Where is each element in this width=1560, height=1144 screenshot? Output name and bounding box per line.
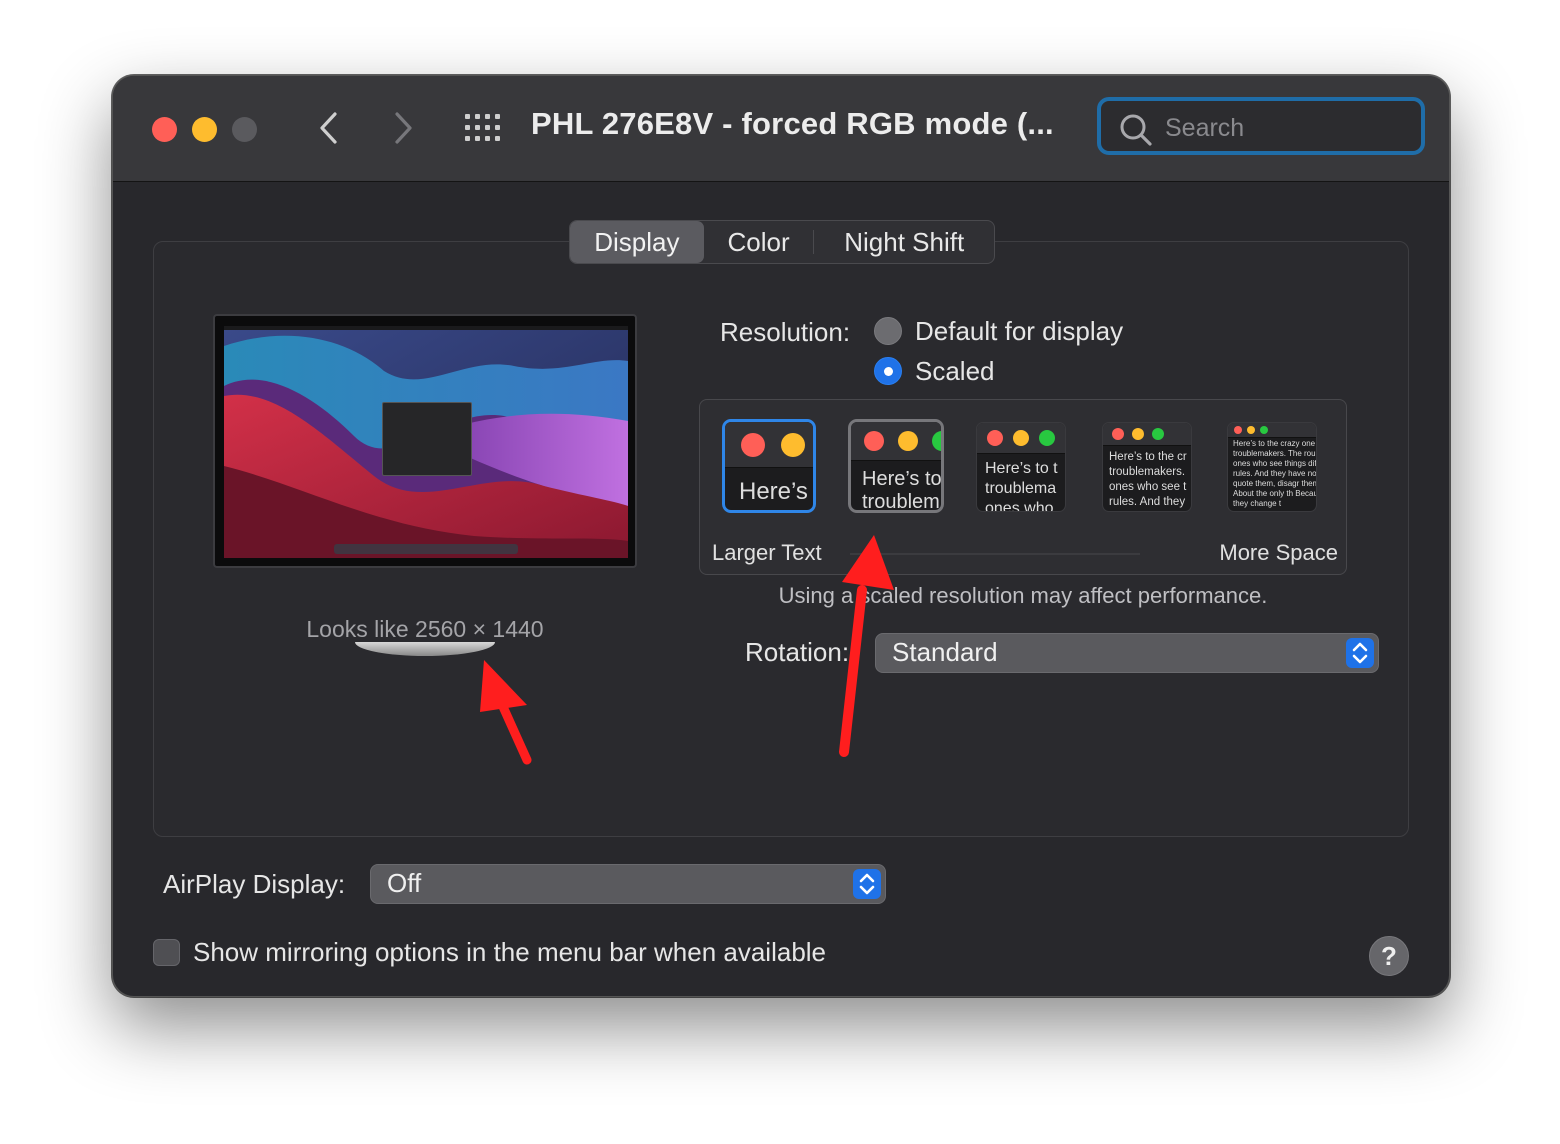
title-bar: PHL 276E8V - forced RGB mode (... xyxy=(113,76,1449,182)
thumb-zoom-dot xyxy=(1152,428,1164,440)
scale-option-4[interactable]: Here’s to the cr troublemakers. ones who… xyxy=(1102,422,1192,512)
show-all-button[interactable] xyxy=(465,114,501,142)
thumb-preview-text: Here’s xyxy=(739,478,808,505)
option-default-for-display[interactable]: Default for display xyxy=(915,316,1123,347)
help-button[interactable]: ? xyxy=(1369,936,1409,976)
scale-option-2[interactable]: Here’s to troublem xyxy=(848,419,944,513)
up-down-chevron-icon xyxy=(1352,642,1368,664)
back-button[interactable] xyxy=(311,108,347,148)
search-icon xyxy=(1120,114,1152,146)
thumb-min-dot xyxy=(1132,428,1144,440)
thumb-min-dot xyxy=(1247,426,1255,434)
scale-slider-track xyxy=(850,553,1140,555)
search-input[interactable] xyxy=(1163,109,1407,147)
thumb-close-dot xyxy=(1234,426,1242,434)
chevron-right-icon xyxy=(395,112,412,144)
zoom-button[interactable] xyxy=(232,117,257,142)
airplay-label: AirPlay Display: xyxy=(163,869,346,899)
larger-text-label: Larger Text xyxy=(712,540,822,565)
rotation-stepper[interactable] xyxy=(1346,638,1374,668)
search-field[interactable] xyxy=(1097,97,1425,155)
up-down-chevron-icon xyxy=(859,873,875,895)
thumb-zoom-dot xyxy=(1039,430,1055,446)
thumb-close-dot xyxy=(741,433,765,457)
thumb-preview-text: Here’s to troublem xyxy=(862,468,942,513)
radio-scaled[interactable] xyxy=(874,357,902,385)
thumb-min-dot xyxy=(1013,430,1029,446)
thumb-close-dot xyxy=(864,431,884,451)
grid-icon xyxy=(465,114,500,141)
mirroring-checkbox[interactable] xyxy=(153,939,180,966)
tab-bar: Display Color Night Shift xyxy=(569,220,995,264)
window-title: PHL 276E8V - forced RGB mode (... xyxy=(531,106,1054,141)
more-space-label: More Space xyxy=(1219,540,1338,565)
mirroring-label[interactable]: Show mirroring options in the menu bar w… xyxy=(193,937,826,968)
chevron-left-icon xyxy=(320,112,337,144)
desktop-wallpaper-preview xyxy=(224,326,628,558)
resolution-label: Resolution: xyxy=(720,317,851,347)
thumb-min-dot xyxy=(898,431,918,451)
thumb-preview-text: Here’s to t troublema ones who xyxy=(985,460,1058,512)
rotation-label: Rotation: xyxy=(745,637,850,667)
radio-default-for-display[interactable] xyxy=(874,317,902,345)
scaled-resolution-picker: Here’s Here’s to troublem Here’s to t tr… xyxy=(699,399,1347,575)
scale-option-1[interactable]: Here’s xyxy=(722,419,816,513)
scale-option-3[interactable]: Here’s to t troublema ones who xyxy=(976,422,1066,512)
airplay-stepper[interactable] xyxy=(853,869,881,899)
performance-note: Using a scaled resolution may affect per… xyxy=(778,583,1268,608)
thumb-close-dot xyxy=(1112,428,1124,440)
system-preferences-window: PHL 276E8V - forced RGB mode (... Displa… xyxy=(112,75,1450,997)
airplay-value: Off xyxy=(387,868,422,898)
forward-button[interactable] xyxy=(385,108,421,148)
thumb-zoom-dot xyxy=(1260,426,1268,434)
tab-night-shift[interactable]: Night Shift xyxy=(814,221,994,263)
looks-like-resolution: Looks like 2560 × 1440 xyxy=(306,616,544,642)
thumb-preview-text: Here’s to the crazy one troublemakers. T… xyxy=(1233,439,1317,508)
option-scaled[interactable]: Scaled xyxy=(915,356,995,387)
thumb-min-dot xyxy=(781,433,805,457)
airplay-select[interactable]: Off xyxy=(370,864,886,904)
minimize-button[interactable] xyxy=(192,117,217,142)
rotation-select[interactable]: Standard xyxy=(875,633,1379,673)
scale-option-5[interactable]: Here’s to the crazy one troublemakers. T… xyxy=(1227,422,1317,512)
rotation-value: Standard xyxy=(892,637,998,667)
thumb-preview-text: Here’s to the cr troublemakers. ones who… xyxy=(1109,451,1187,508)
close-button[interactable] xyxy=(152,117,177,142)
tab-color[interactable]: Color xyxy=(704,221,814,263)
mini-window-preview xyxy=(382,402,472,476)
thumb-close-dot xyxy=(987,430,1003,446)
tab-display[interactable]: Display xyxy=(570,221,704,263)
monitor-preview xyxy=(213,314,637,568)
